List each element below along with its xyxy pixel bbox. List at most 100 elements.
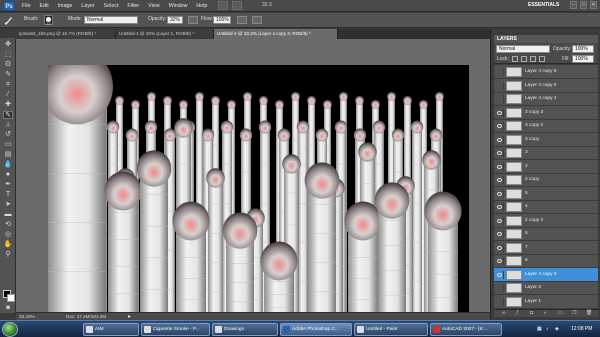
taskbar-item-drawings[interactable]: Drawings xyxy=(212,323,278,336)
taskbar-item-photoshop[interactable]: Adobe Photoshop C... xyxy=(280,323,352,336)
menu-edit[interactable]: Edit xyxy=(40,3,49,9)
layer-row[interactable]: 2 copy 2 xyxy=(494,214,598,228)
dodge-tool-icon[interactable]: ● xyxy=(3,171,13,179)
menu-view[interactable]: View xyxy=(148,3,159,9)
fill-input[interactable]: 100% xyxy=(572,55,594,63)
layer-row[interactable]: 5 xyxy=(494,187,598,201)
visibility-toggle[interactable] xyxy=(495,243,504,252)
mini-bridge-icon[interactable] xyxy=(232,1,242,10)
taskbar-item-autocad[interactable]: AutoCAD 2007 - [6:... xyxy=(430,323,502,336)
menu-image[interactable]: Image xyxy=(58,3,73,9)
layer-row[interactable]: 3 copy 2 xyxy=(494,119,598,133)
visibility-toggle[interactable] xyxy=(495,108,504,117)
taskbar-item-paint[interactable]: Untitled - Paint xyxy=(354,323,428,336)
clone-stamp-tool-icon[interactable]: ⊥ xyxy=(3,121,13,129)
visibility-toggle[interactable] xyxy=(495,297,504,306)
pen-tool-icon[interactable]: ✒ xyxy=(3,181,13,189)
layer-row[interactable]: Layer 1 xyxy=(494,295,598,309)
bridge-icon[interactable] xyxy=(218,1,228,10)
taskbar-item-browser[interactable]: Cigarette Smoke - P... xyxy=(141,323,210,336)
layer-row[interactable]: Layer 4 copy 8 xyxy=(494,79,598,93)
taskbar-item-aim[interactable]: AIM xyxy=(83,323,139,336)
zoom-tool-icon[interactable]: ⚲ xyxy=(3,251,13,259)
marquee-tool-icon[interactable]: ⬚ xyxy=(3,51,13,59)
opacity-input[interactable]: 32% xyxy=(167,16,183,24)
layer-row[interactable]: 4 xyxy=(494,200,598,214)
layer-row[interactable]: 7 xyxy=(494,241,598,255)
brush-preset-picker[interactable]: 13 xyxy=(44,15,53,26)
volume-icon[interactable]: ♪ xyxy=(546,323,549,336)
layers-panel-title[interactable]: LAYERS xyxy=(494,35,598,43)
layer-row[interactable]: Layer 4 copy 9 xyxy=(494,65,598,79)
menu-window[interactable]: Window xyxy=(169,3,188,9)
visibility-toggle[interactable] xyxy=(495,230,504,238)
tab-document-1[interactable]: Ipoba63_4b6.png @ 16.7% (RGB/8) * xyxy=(16,29,116,39)
layer-row[interactable]: Layer 4 copy 4 xyxy=(494,92,598,106)
3d-camera-tool-icon[interactable]: ◎ xyxy=(3,231,13,239)
mode-select[interactable]: Normal xyxy=(84,16,138,24)
lock-position-icon[interactable] xyxy=(530,56,536,62)
path-selection-tool-icon[interactable]: ➤ xyxy=(3,201,13,209)
add-mask-icon[interactable]: ◘ xyxy=(530,310,533,316)
canvas-area[interactable] xyxy=(16,39,490,321)
visibility-toggle[interactable] xyxy=(495,149,504,157)
minimize-button[interactable]: – xyxy=(570,1,577,9)
lock-pixels-icon[interactable] xyxy=(521,56,527,62)
menu-help[interactable]: Help xyxy=(196,3,207,9)
pressure-size-toggle[interactable] xyxy=(252,16,262,24)
visibility-toggle[interactable] xyxy=(495,203,504,211)
visibility-toggle[interactable] xyxy=(495,216,504,225)
link-layers-icon[interactable]: ∞ xyxy=(502,310,506,316)
status-menu-arrow-icon[interactable]: ▸ xyxy=(128,313,131,320)
healing-tool-icon[interactable]: ✚ xyxy=(3,101,13,109)
tab-document-3[interactable]: Untitled-2 @ 33.3% (Layer 4 copy 3, RGB/… xyxy=(214,29,338,39)
layer-row[interactable]: Layer 2 xyxy=(494,281,598,295)
airbrush-toggle[interactable] xyxy=(237,16,247,24)
visibility-toggle[interactable] xyxy=(495,122,504,130)
hand-tool-icon[interactable]: ✋ xyxy=(3,241,13,249)
flow-input[interactable]: 100% xyxy=(213,16,231,24)
quick-select-tool-icon[interactable]: ✎ xyxy=(3,71,13,79)
layer-row[interactable]: 6 xyxy=(494,227,598,241)
visibility-toggle[interactable] xyxy=(495,162,504,171)
document-canvas[interactable] xyxy=(48,65,469,321)
layer-row[interactable]: 3 copy 3 xyxy=(494,106,598,120)
clock[interactable]: 12:08 PM xyxy=(571,323,592,336)
close-button[interactable]: ✕ xyxy=(590,1,597,9)
layer-row[interactable]: 3 copy xyxy=(494,133,598,147)
menu-filter[interactable]: Filter xyxy=(127,3,139,9)
visibility-toggle[interactable] xyxy=(495,257,504,265)
lasso-tool-icon[interactable]: ʘ xyxy=(3,61,13,69)
fx-icon[interactable]: ƒ xyxy=(516,310,519,316)
quick-mask-icon[interactable]: ◙ xyxy=(3,304,13,312)
shape-tool-icon[interactable]: ▬ xyxy=(3,211,13,219)
layers-opacity-input[interactable]: 100% xyxy=(572,45,594,53)
visibility-toggle[interactable] xyxy=(495,189,504,198)
maximize-button[interactable]: □ xyxy=(580,1,587,9)
layer-row[interactable]: 2 copy xyxy=(494,173,598,187)
layer-row[interactable]: 2 xyxy=(494,160,598,174)
visibility-toggle[interactable] xyxy=(495,95,504,103)
brush-tool-icon[interactable] xyxy=(4,15,14,25)
pressure-opacity-toggle[interactable] xyxy=(188,16,198,24)
move-tool-icon[interactable]: ✥ xyxy=(3,41,13,49)
type-tool-icon[interactable]: T xyxy=(3,191,13,199)
visibility-toggle[interactable] xyxy=(495,284,504,292)
layer-row[interactable]: 3 xyxy=(494,146,598,160)
layer-row[interactable]: Layer 4 copy 3 xyxy=(494,267,598,282)
eyedropper-tool-icon[interactable]: ⁄ xyxy=(3,91,13,99)
crop-tool-icon[interactable]: ⌗ xyxy=(3,81,13,89)
layers-list[interactable]: Layer 4 copy 9 Layer 4 copy 8 Layer 4 copy… xyxy=(494,65,598,309)
status-zoom[interactable]: 33.33% xyxy=(19,314,35,319)
adjustment-layer-icon[interactable]: ◐ xyxy=(544,310,547,316)
history-brush-tool-icon[interactable]: ↺ xyxy=(3,131,13,139)
network-icon[interactable]: ▦ xyxy=(537,323,542,336)
lock-transparency-icon[interactable] xyxy=(512,56,518,62)
menu-select[interactable]: Select xyxy=(104,3,119,9)
layer-row[interactable]: 8 xyxy=(494,254,598,268)
menu-layer[interactable]: Layer xyxy=(81,3,94,9)
visibility-toggle[interactable] xyxy=(495,68,504,76)
new-layer-icon[interactable]: ❐ xyxy=(572,310,576,316)
tab-document-2[interactable]: Untitled-1 @ 25% (Layer 1, RGB/8) * xyxy=(116,29,214,39)
new-group-icon[interactable]: ▭ xyxy=(558,310,563,316)
